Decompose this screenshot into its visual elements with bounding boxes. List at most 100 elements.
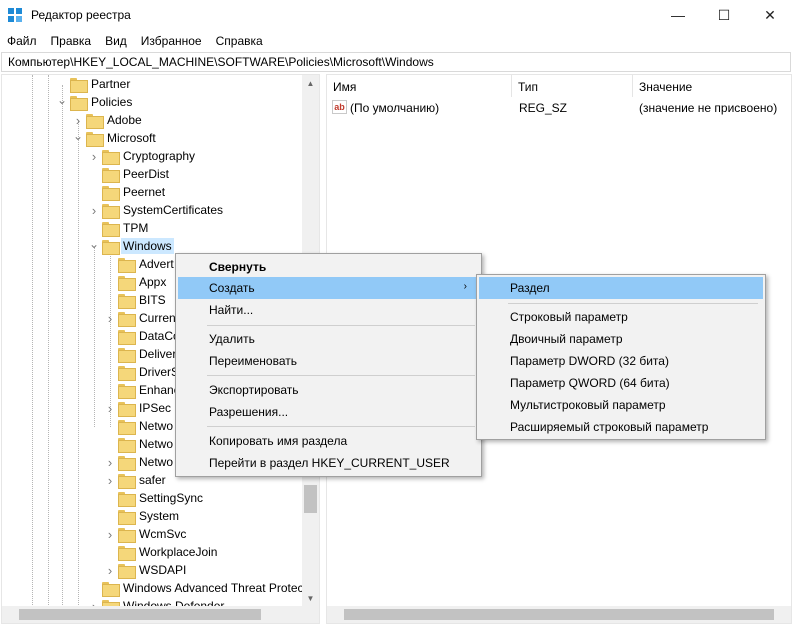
tree-node[interactable]: WorkplaceJoin	[104, 543, 217, 561]
menu-view[interactable]: Вид	[98, 31, 134, 51]
submenu-item-dword-value[interactable]: Параметр DWORD (32 бита)	[479, 350, 763, 372]
column-header-data[interactable]: Значение	[633, 75, 791, 97]
tree-node[interactable]: SettingSync	[104, 489, 203, 507]
submenu-item-string-value[interactable]: Строковый параметр	[479, 306, 763, 328]
submenu-item-binary-value[interactable]: Двоичный параметр	[479, 328, 763, 350]
tree-node[interactable]: › SystemCertificates	[88, 201, 223, 219]
chevron-right-icon[interactable]: ›	[104, 401, 116, 416]
address-bar[interactable]: Компьютер\HKEY_LOCAL_MACHINE\SOFTWARE\Po…	[1, 52, 791, 72]
tree-node[interactable]: ⌄ Windows	[88, 237, 174, 255]
tree-node-label: WSDAPI	[139, 563, 187, 577]
chevron-right-icon[interactable]: ›	[104, 455, 116, 470]
tree-node[interactable]: Appx	[104, 273, 166, 291]
folder-icon	[118, 527, 136, 543]
folder-icon	[102, 167, 120, 183]
close-button[interactable]: ✕	[747, 0, 793, 30]
menu-item-export[interactable]: Экспортировать	[178, 379, 479, 401]
tree-node[interactable]: › WSDAPI	[104, 561, 186, 579]
column-header-name[interactable]: Имя	[327, 75, 512, 97]
tree-horizontal-scrollbar[interactable]	[2, 606, 319, 623]
tree-node-label: SettingSync	[139, 491, 204, 505]
tree-node-label: Adobe	[107, 113, 142, 127]
value-type: REG_SZ	[519, 101, 568, 115]
menu-bar: Файл Правка Вид Избранное Справка	[0, 31, 270, 51]
tree-node[interactable]: › Curren	[104, 309, 176, 327]
maximize-button[interactable]: ☐	[701, 0, 747, 30]
folder-icon	[118, 275, 136, 291]
tree-node-label: Netwo	[139, 419, 174, 433]
menu-item-permissions[interactable]: Разрешения...	[178, 401, 479, 423]
scroll-thumb[interactable]	[344, 609, 774, 620]
folder-icon	[118, 419, 136, 435]
chevron-down-icon[interactable]: ⌄	[56, 93, 68, 107]
chevron-down-icon[interactable]: ⌄	[88, 237, 100, 251]
menu-separator	[508, 303, 758, 304]
folder-icon	[102, 221, 120, 237]
scroll-up-icon[interactable]: ▲	[302, 75, 319, 92]
tree-node[interactable]: Enhanc	[104, 381, 180, 399]
tree-node[interactable]: Netwo	[104, 417, 173, 435]
menu-item-create[interactable]: Создать ›	[178, 277, 479, 299]
tree-node-label: Windows	[121, 238, 174, 254]
tree-node[interactable]: Netwo	[104, 435, 173, 453]
tree-node-label: Peernet	[123, 185, 166, 199]
chevron-right-icon[interactable]: ›	[72, 113, 84, 128]
tree-node[interactable]: System	[104, 507, 179, 525]
menu-item-delete[interactable]: Удалить	[178, 328, 479, 350]
column-header-type[interactable]: Тип	[512, 75, 633, 97]
menu-item-collapse[interactable]: Свернуть	[178, 256, 479, 278]
tree-node[interactable]: DriverS	[104, 363, 179, 381]
tree-node[interactable]: Partner	[56, 75, 130, 93]
tree-node[interactable]: Peernet	[88, 183, 165, 201]
value-row[interactable]: ab (По умолчанию) REG_SZ (значение не пр…	[327, 99, 791, 117]
tree-node[interactable]: DataCo	[104, 327, 180, 345]
scroll-thumb[interactable]	[19, 609, 261, 620]
tree-node[interactable]: ⌄ Policies	[56, 93, 132, 111]
menu-item-go-to-hkcu[interactable]: Перейти в раздел HKEY_CURRENT_USER	[178, 452, 479, 474]
chevron-right-icon[interactable]: ›	[88, 203, 100, 218]
values-horizontal-scrollbar[interactable]	[327, 606, 791, 623]
scroll-down-icon[interactable]: ▼	[302, 590, 319, 607]
tree-node[interactable]: PeerDist	[88, 165, 169, 183]
tree-node[interactable]: TPM	[88, 219, 148, 237]
tree-node[interactable]: › Netwo	[104, 453, 173, 471]
menu-separator	[207, 426, 475, 427]
chevron-right-icon[interactable]: ›	[104, 311, 116, 326]
folder-icon	[118, 365, 136, 381]
tree-guide-line	[32, 75, 33, 607]
tree-node-label: WcmSvc	[139, 527, 187, 541]
chevron-right-icon[interactable]: ›	[104, 527, 116, 542]
menu-help[interactable]: Справка	[209, 31, 270, 51]
chevron-right-icon[interactable]: ›	[104, 473, 116, 488]
tree-node[interactable]: Windows Advanced Threat Protec	[88, 579, 304, 597]
tree-node[interactable]: BITS	[104, 291, 166, 309]
submenu-item-key[interactable]: Раздел	[479, 277, 763, 299]
submenu-item-multi-string-value[interactable]: Мультистроковый параметр	[479, 394, 763, 416]
menu-favorites[interactable]: Избранное	[134, 31, 209, 51]
menu-file[interactable]: Файл	[0, 31, 44, 51]
folder-icon	[102, 239, 120, 255]
menu-item-copy-key-name[interactable]: Копировать имя раздела	[178, 430, 479, 452]
tree-node[interactable]: Deliver	[104, 345, 176, 363]
tree-node[interactable]: › Adobe	[72, 111, 142, 129]
tree-node[interactable]: › WcmSvc	[104, 525, 186, 543]
chevron-right-icon[interactable]: ›	[88, 149, 100, 164]
tree-node[interactable]: Advert	[104, 255, 174, 273]
menu-item-find[interactable]: Найти...	[178, 299, 479, 321]
scroll-thumb[interactable]	[304, 485, 317, 513]
menu-item-rename[interactable]: Переименовать	[178, 350, 479, 372]
tree-node[interactable]: ⌄ Microsoft	[72, 129, 156, 147]
tree-node[interactable]: › IPSec	[104, 399, 171, 417]
minimize-button[interactable]: —	[655, 0, 701, 30]
submenu-item-expandable-string-value[interactable]: Расширяемый строковый параметр	[479, 416, 763, 438]
tree-node[interactable]: › safer	[104, 471, 166, 489]
menu-edit[interactable]: Правка	[44, 31, 99, 51]
folder-icon	[118, 347, 136, 363]
submenu-item-qword-value[interactable]: Параметр QWORD (64 бита)	[479, 372, 763, 394]
chevron-down-icon[interactable]: ⌄	[72, 129, 84, 143]
string-value-icon: ab	[332, 100, 347, 114]
tree-node[interactable]: › Cryptography	[88, 147, 195, 165]
chevron-right-icon[interactable]: ›	[104, 563, 116, 578]
